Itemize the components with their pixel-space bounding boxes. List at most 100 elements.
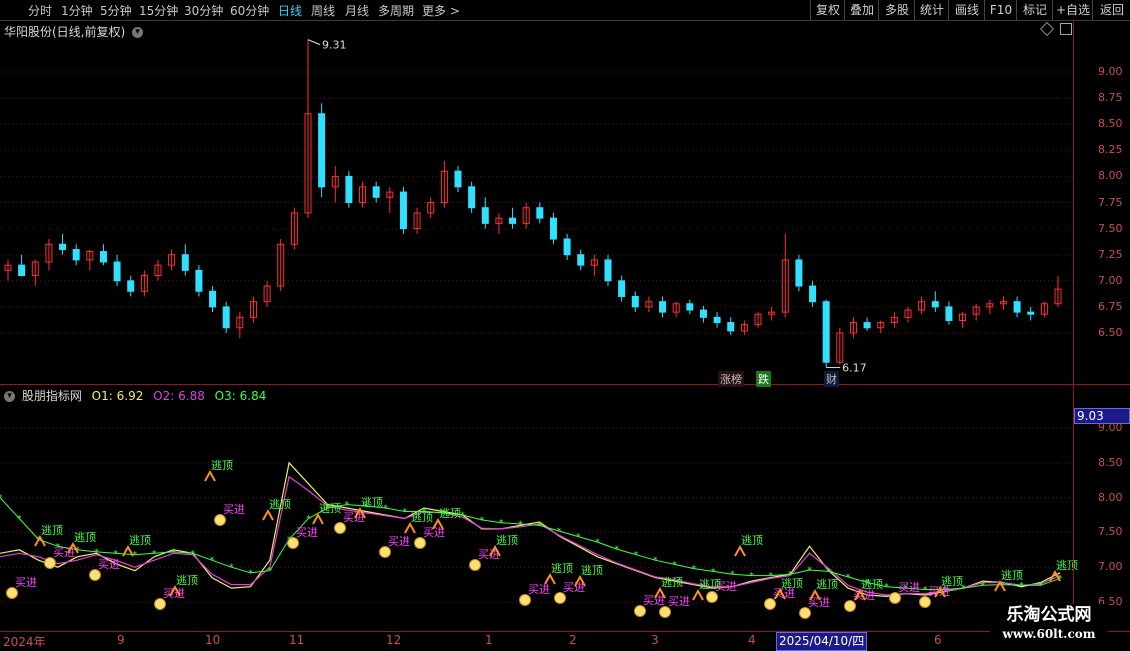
- buy-signal-label: 买进: [296, 526, 318, 539]
- buy-signal-label: 买进: [643, 594, 665, 607]
- indicator-tick-label: 8.50: [1098, 455, 1123, 469]
- indicator-tick-label: 8.00: [1098, 490, 1123, 504]
- indicator-gridlines: [0, 427, 1073, 603]
- escape-arrow-icon: [204, 469, 216, 482]
- o3-dot: *: [1019, 581, 1024, 591]
- high-price-annotation: 9.31: [307, 39, 347, 52]
- escape-signal-label: 逃顶: [74, 531, 96, 544]
- o3-line: [0, 497, 1061, 590]
- buy-signal-label: 买进: [528, 583, 550, 596]
- escape-signal-label: 逃顶: [176, 574, 198, 587]
- escape-signal-label: 逃顶: [861, 578, 883, 591]
- kline-chart: 9.31 6.17 *** * * * * * * **** *** * * * * * * * * * * ****…: [0, 39, 1130, 650]
- candle-down: [72, 248, 80, 261]
- escape-signal-label: 逃顶: [496, 534, 518, 547]
- money-bag-icon: [844, 600, 856, 612]
- o2-value: 6.88: [178, 389, 205, 403]
- price-tick-label: 9.00: [1098, 65, 1123, 78]
- o3-dot: *: [345, 501, 350, 511]
- price-tick-label: 8.00: [1098, 169, 1123, 183]
- o3-label: O3:: [214, 389, 236, 403]
- candle-down: [372, 186, 380, 198]
- escape-signal-label: 逃顶: [269, 498, 291, 511]
- o3-dot: *: [884, 583, 889, 593]
- escape-signal-label: 逃顶: [741, 534, 763, 547]
- date-label-feb: 2: [569, 633, 577, 647]
- candle-down: [1013, 301, 1021, 313]
- money-bag-icon: [554, 592, 566, 604]
- event-tag-limit-up[interactable]: 涨榜: [718, 371, 744, 387]
- o3-dot: *: [981, 581, 986, 591]
- candle-down: [713, 316, 721, 324]
- money-bag-icon: [519, 594, 531, 606]
- date-label-jun: 6: [934, 633, 942, 647]
- event-tag-drop[interactable]: 跌: [756, 371, 771, 387]
- candle-down: [659, 301, 667, 313]
- o3-dot: *: [730, 570, 735, 580]
- date-label-mar: 3: [651, 633, 659, 647]
- indicator-menu-icon[interactable]: ▾: [4, 391, 15, 402]
- price-axis: 9.00 8.75 8.50 8.25 8.00 7.75 7.50 7.25 7.00 6.75…: [1073, 21, 1130, 631]
- o3-value: 6.84: [239, 389, 267, 403]
- candle-down: [509, 217, 517, 224]
- event-tag-finance[interactable]: 财: [824, 371, 839, 387]
- o3-dot: *: [807, 566, 812, 576]
- buy-signal-label: 买进: [388, 535, 410, 548]
- money-bag-icon: [469, 559, 481, 571]
- money-bag-icon: [214, 514, 226, 526]
- candle-down: [195, 269, 203, 292]
- candle-down: [181, 254, 189, 271]
- candle-down: [222, 306, 230, 329]
- candle-down: [454, 170, 462, 188]
- candle-down: [699, 309, 707, 318]
- price-tick-label: 8.75: [1098, 91, 1123, 105]
- cursor-value-box: 9.03: [1074, 408, 1130, 424]
- o3-dot: *: [653, 556, 658, 566]
- o3-dot: *: [171, 548, 176, 558]
- candle-down: [795, 259, 803, 287]
- escape-arrow-icon: [312, 512, 324, 525]
- price-tick-label: 7.50: [1098, 221, 1123, 235]
- candle-down: [809, 285, 817, 303]
- money-bag-icon: [919, 596, 931, 608]
- candle-down: [549, 217, 557, 240]
- candle-down: [18, 264, 26, 277]
- price-tick-label: 8.25: [1098, 143, 1123, 157]
- escape-signal-label: 逃顶: [551, 562, 573, 575]
- o3-dot: *: [769, 572, 774, 582]
- price-gridlines: [0, 71, 1073, 334]
- buy-signal-label: 买进: [223, 503, 245, 516]
- date-label-sep: 9: [117, 633, 125, 647]
- buy-signal-label: 买进: [563, 581, 585, 594]
- price-tick-label: 7.75: [1098, 195, 1123, 209]
- indicator-name: 股朋指标网: [21, 389, 82, 403]
- candle-down: [1027, 311, 1035, 315]
- candle-down: [945, 306, 953, 321]
- money-bag-icon: [706, 591, 718, 603]
- money-bag-icon: [799, 607, 811, 619]
- buy-signal-label: 买进: [668, 595, 690, 608]
- o2-label: O2:: [153, 389, 175, 403]
- escape-arrow-icon: [262, 508, 274, 521]
- indicator-tick-label: 7.00: [1098, 560, 1123, 574]
- o3-dot: *: [692, 565, 697, 575]
- candle-down: [99, 251, 107, 263]
- escape-signal-label: 逃顶: [361, 496, 383, 509]
- escape-arrow-icon: [544, 572, 556, 585]
- money-bag-icon: [154, 598, 166, 610]
- indicator-panel-title: ▾ 股朋指标网 O1: 6.92 O2: 6.88 O3: 6.84: [4, 387, 266, 404]
- price-tick-label: 8.50: [1098, 117, 1123, 131]
- watermark-site: 乐淘公式网: [1006, 605, 1092, 625]
- escape-signal-label: 逃顶: [319, 502, 341, 515]
- low-price-label: 6.17: [842, 361, 867, 374]
- money-bag-icon: [44, 557, 56, 569]
- date-label-jan: 1: [485, 633, 493, 647]
- escape-arrow-icon: [734, 544, 746, 557]
- candle-down: [345, 175, 353, 203]
- money-bag-icon: [659, 606, 671, 618]
- o3-dot: *: [152, 549, 157, 559]
- o3-dot: *: [672, 560, 677, 570]
- escape-signal-label: 逃顶: [411, 511, 433, 524]
- escape-arrow-icon: [692, 588, 704, 601]
- o3-dot: *: [518, 520, 523, 530]
